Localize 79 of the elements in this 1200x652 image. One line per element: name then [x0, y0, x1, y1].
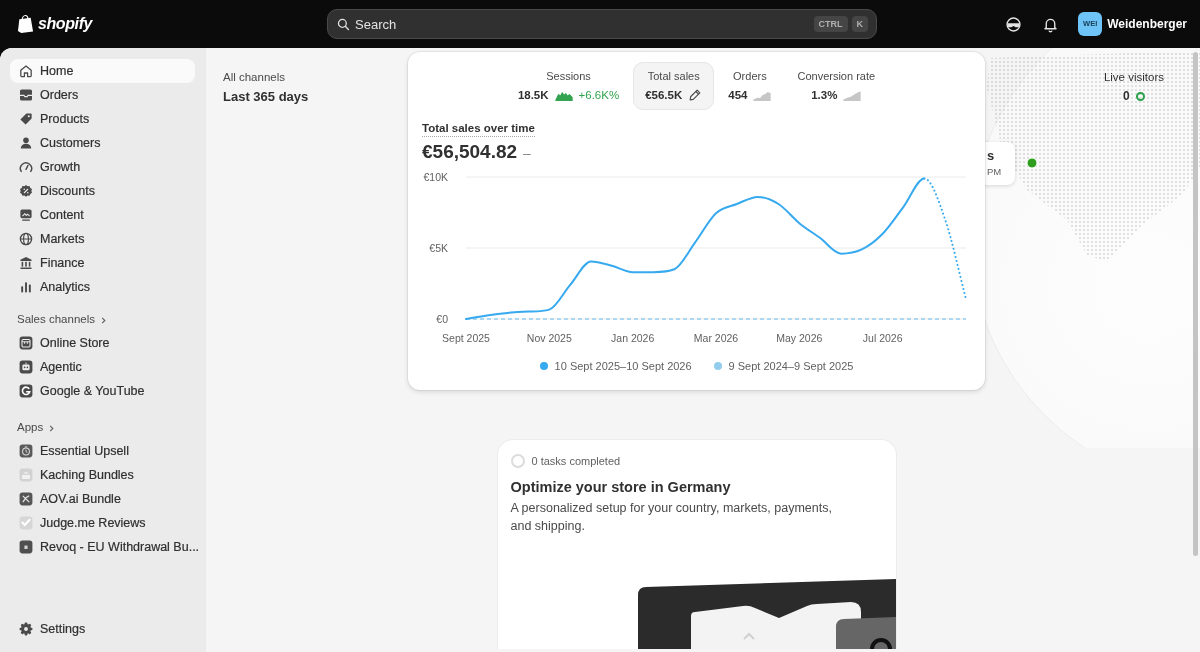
percent-badge-icon	[18, 183, 34, 199]
sidebar-item[interactable]: Customers	[10, 131, 195, 155]
storefront-icon	[18, 335, 34, 351]
popup-title: s	[987, 148, 995, 164]
g-logo-icon	[18, 383, 34, 399]
sidebar-item[interactable]: Agentic	[10, 355, 195, 379]
y-axis-label: €10K	[423, 170, 448, 183]
x-axis-label: May 2026	[776, 331, 823, 344]
location-marker-icon	[1026, 157, 1038, 169]
box-tile-icon	[18, 467, 34, 483]
sidebar-item[interactable]: Essential Upsell	[10, 439, 195, 463]
total-sales-value: €56,504.82	[422, 139, 518, 164]
sidebar-item[interactable]: AOV.ai Bundle	[10, 487, 195, 511]
sidebar-item[interactable]: Google & YouTube	[10, 379, 195, 403]
y-axis-label: €5K	[429, 241, 448, 254]
section-link[interactable]: Sales channels	[10, 309, 114, 331]
shopping-bag-icon	[17, 14, 34, 34]
setup-title: Optimize your store in Germany	[510, 477, 731, 497]
chevron-right-icon	[48, 423, 56, 433]
search-icon	[336, 17, 351, 32]
sidebar-item[interactable]: Judge.me Reviews	[10, 511, 195, 535]
user-name[interactable]: Weidenberger	[1107, 15, 1187, 33]
sidebar-item[interactable]: Discounts	[10, 179, 195, 203]
app-tile-icon	[18, 539, 34, 555]
masked-face-icon[interactable]	[1005, 15, 1023, 33]
setup-description: A personalized setup for your country, markets, payments, and shipping.	[510, 499, 833, 535]
sidebar-item[interactable]: Growth	[10, 155, 195, 179]
metric-tab[interactable]: Orders 454	[716, 62, 784, 110]
section-link[interactable]: Apps	[10, 417, 63, 439]
legend-label: 9 Sept 2024–9 Sept 2025	[728, 358, 854, 374]
sidebar-item[interactable]: Settings	[10, 617, 195, 641]
x-axis-label: Mar 2026	[693, 331, 739, 344]
channel-filter[interactable]: All channels	[223, 70, 285, 85]
x-axis-label: Jan 2026	[611, 331, 655, 344]
check-tile-icon	[18, 515, 34, 531]
sidebar-item[interactable]: Online Store	[10, 331, 195, 355]
total-change: –	[523, 143, 531, 163]
sidebar-item[interactable]: Analytics	[10, 275, 195, 299]
progress-text: 0 tasks completed	[531, 453, 621, 468]
metric-tab[interactable]: Sessions 18.5K +6.6K%	[505, 62, 632, 110]
shortcut-key: CTRL	[813, 16, 848, 32]
home-icon	[18, 63, 34, 79]
image-icon	[18, 207, 34, 223]
robot-icon	[18, 359, 34, 375]
metric-tab[interactable]: Total sales €56.5K	[633, 62, 715, 110]
tag-icon	[18, 111, 34, 127]
chart-title: Total sales over time	[422, 121, 535, 137]
chevron-right-icon	[100, 315, 107, 325]
bank-icon	[18, 255, 34, 271]
sidebar-item[interactable]: Home	[10, 59, 195, 83]
y-axis-label: €0	[436, 312, 448, 325]
x-tile-icon	[18, 491, 34, 507]
stopwatch-tile-icon	[18, 443, 34, 459]
person-icon	[18, 135, 34, 151]
scrollbar-thumb[interactable]	[1193, 52, 1198, 556]
legend-label: 10 Sept 2025–10 Sept 2026	[554, 358, 692, 374]
x-axis-label: Nov 2025	[526, 331, 572, 344]
sidebar-item[interactable]: Orders	[10, 83, 195, 107]
pencil-icon[interactable]	[688, 88, 703, 102]
sidebar-item[interactable]: Markets	[10, 227, 195, 251]
sidebar-item[interactable]: Kaching Bundles	[10, 463, 195, 487]
live-status-icon	[1135, 92, 1145, 101]
sidebar-item[interactable]: Finance	[10, 251, 195, 275]
bar-chart-icon	[18, 279, 34, 295]
sidebar-item[interactable]: Products	[10, 107, 195, 131]
popup-time: PM	[987, 165, 1002, 178]
live-visitors-label: Live visitors	[1103, 70, 1164, 85]
settings-icon	[18, 621, 34, 637]
globe-icon	[18, 231, 34, 247]
live-visitors-count: 0	[1123, 88, 1130, 105]
sidebar-item[interactable]: Content	[10, 203, 195, 227]
x-axis-label: Jul 2026	[862, 331, 903, 344]
progress-ring-icon	[510, 453, 525, 468]
logo-link[interactable]: shopify	[17, 12, 93, 36]
gauge-icon	[18, 159, 34, 175]
date-range[interactable]: Last 365 days	[223, 88, 309, 105]
x-axis-label: Sept 2025	[442, 331, 490, 344]
metric-tab[interactable]: Conversion rate 1.3%	[785, 62, 888, 110]
inbox-icon	[18, 87, 34, 103]
